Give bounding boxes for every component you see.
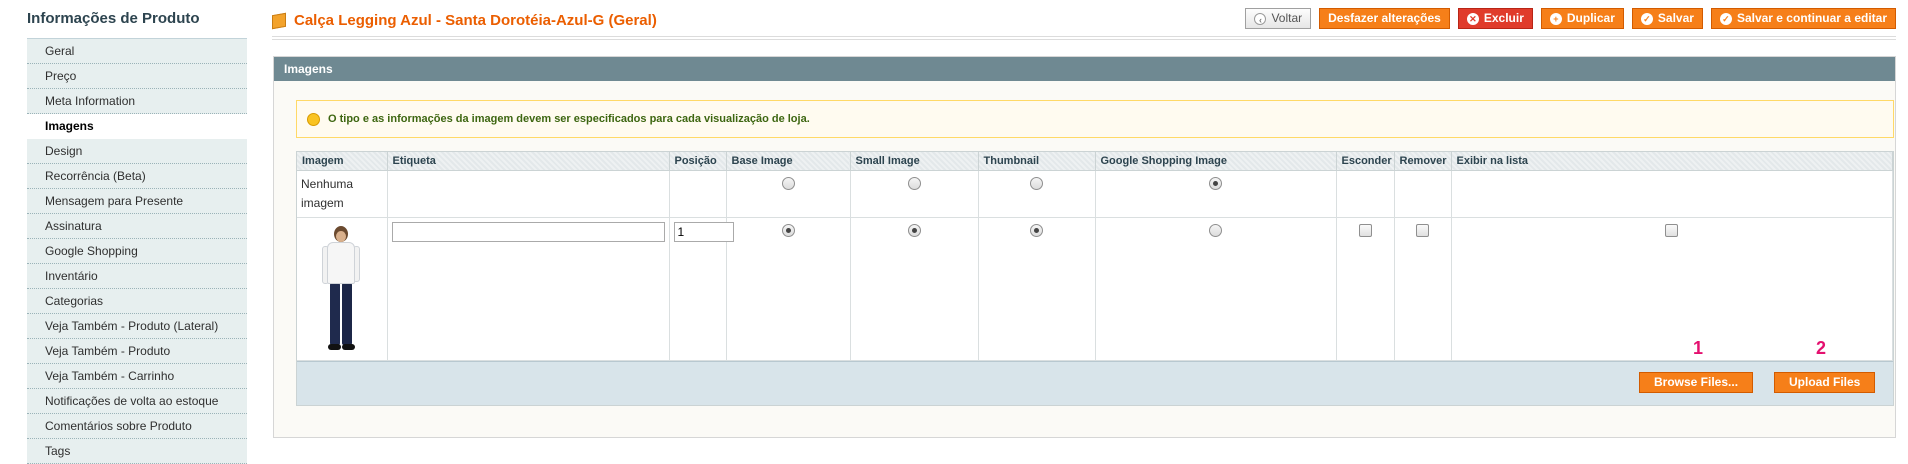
sidebar-item-categorias[interactable]: Categorias	[27, 289, 247, 314]
col-header-position: Posição	[669, 152, 727, 171]
col-header-image: Imagem	[297, 152, 388, 171]
check-icon: ✓	[1719, 12, 1732, 25]
no-image-base-radio[interactable]	[781, 176, 795, 190]
annotation-marker-1: 1	[1693, 337, 1704, 358]
sidebar-item-assinatura[interactable]: Assinatura	[27, 214, 247, 239]
annotation-marker-2: 2	[1816, 337, 1827, 358]
duplicate-button[interactable]: + Duplicar	[1540, 8, 1624, 29]
product-info-sidebar: Informações de Produto Geral Preço Meta …	[0, 0, 248, 464]
reset-button-label: Desfazer alterações	[1328, 11, 1441, 25]
no-image-label: Nenhuma imagem	[297, 170, 388, 218]
sidebar-item-inventario[interactable]: Inventário	[27, 264, 247, 289]
col-header-google-image: Google Shopping Image	[1095, 152, 1337, 171]
duplicate-button-label: Duplicar	[1566, 11, 1615, 25]
col-header-small-image: Small Image	[850, 152, 979, 171]
images-grid: Imagem Etiqueta Posição Base Image Small…	[296, 151, 1894, 406]
col-header-list: Exibir na lista	[1451, 152, 1893, 171]
save-continue-button[interactable]: ✓ Salvar e continuar a editar	[1710, 8, 1896, 29]
sidebar-item-veja-tambem-carrinho[interactable]: Veja Também - Carrinho	[27, 364, 247, 389]
sidebar-item-design[interactable]: Design	[27, 139, 247, 164]
image-label-input[interactable]	[391, 221, 665, 242]
page-title: Calça Legging Azul - Santa Dorotéia-Azul…	[294, 12, 657, 29]
upload-files-button[interactable]: Upload Files	[1774, 371, 1876, 393]
sidebar-item-google-shopping[interactable]: Google Shopping	[27, 239, 247, 264]
product-box-icon	[272, 12, 286, 30]
sidebar-item-geral[interactable]: Geral	[27, 39, 247, 64]
col-header-base-image: Base Image	[726, 152, 851, 171]
sidebar-item-meta-information[interactable]: Meta Information	[27, 89, 247, 114]
header-actions: ‹ Voltar Desfazer alterações ✕ Excluir +…	[1245, 8, 1896, 29]
add-icon: +	[1549, 12, 1562, 25]
images-section-title: Imagens	[274, 57, 1895, 81]
col-header-remove: Remover	[1394, 152, 1452, 171]
col-header-hide: Esconder	[1336, 152, 1395, 171]
images-fieldset: Imagens O tipo e as informações da image…	[273, 56, 1896, 438]
sidebar-item-preco[interactable]: Preço	[27, 64, 247, 89]
back-button-label: Voltar	[1271, 11, 1303, 25]
grid-header-row: Imagem Etiqueta Posição Base Image Small…	[297, 152, 1893, 171]
thumbnail-radio[interactable]	[1030, 223, 1043, 237]
no-image-thumbnail-radio[interactable]	[1030, 176, 1043, 190]
no-image-google-radio[interactable]	[1209, 176, 1222, 190]
no-image-small-radio[interactable]	[907, 176, 921, 190]
remove-checkbox[interactable]	[1416, 223, 1429, 237]
sidebar-item-comentarios[interactable]: Comentários sobre Produto	[27, 414, 247, 439]
hide-checkbox[interactable]	[1358, 223, 1372, 237]
save-continue-button-label: Salvar e continuar a editar	[1736, 11, 1887, 25]
save-button-label: Salvar	[1657, 11, 1694, 25]
lightbulb-icon	[307, 112, 320, 126]
uploader-bar: 1 2 Browse Files... Upload Files	[297, 338, 1893, 405]
google-image-radio[interactable]	[1209, 223, 1222, 237]
check-icon: ✓	[1640, 12, 1653, 25]
sidebar-item-imagens[interactable]: Imagens	[27, 114, 247, 139]
table-row-no-image: Nenhuma imagem	[297, 170, 1893, 218]
delete-button[interactable]: ✕ Excluir	[1457, 8, 1533, 29]
small-image-radio[interactable]	[907, 223, 921, 237]
image-position-input[interactable]	[673, 221, 734, 242]
page-header: Calça Legging Azul - Santa Dorotéia-Azul…	[272, 0, 1896, 40]
back-arrow-icon: ‹	[1254, 12, 1267, 25]
product-thumbnail-image	[312, 225, 372, 356]
delete-button-label: Excluir	[1483, 11, 1524, 25]
sidebar-title: Informações de Produto	[27, 10, 200, 27]
notice-text: O tipo e as informações da imagem devem …	[328, 113, 810, 125]
table-row-image	[297, 217, 1893, 361]
col-header-label: Etiqueta	[387, 152, 670, 171]
sidebar-item-recorrencia[interactable]: Recorrência (Beta)	[27, 164, 247, 189]
sidebar-item-mensagem-presente[interactable]: Mensagem para Presente	[27, 189, 247, 214]
sidebar-item-veja-tambem-produto[interactable]: Veja Também - Produto	[27, 339, 247, 364]
store-view-notice: O tipo e as informações da imagem devem …	[296, 100, 1894, 138]
sidebar-item-veja-tambem-lateral[interactable]: Veja Também - Produto (Lateral)	[27, 314, 247, 339]
sidebar-tabs: Geral Preço Meta Information Imagens Des…	[27, 38, 247, 464]
sidebar-item-tags[interactable]: Tags	[27, 439, 247, 464]
base-image-radio[interactable]	[781, 223, 795, 237]
browse-files-button[interactable]: Browse Files...	[1639, 371, 1754, 393]
sidebar-item-notificacoes-estoque[interactable]: Notificações de volta ao estoque	[27, 389, 247, 414]
reset-button[interactable]: Desfazer alterações	[1319, 8, 1450, 29]
back-button[interactable]: ‹ Voltar	[1245, 8, 1312, 29]
save-button[interactable]: ✓ Salvar	[1631, 8, 1703, 29]
show-in-list-checkbox[interactable]	[1665, 223, 1679, 237]
col-header-thumbnail: Thumbnail	[978, 152, 1096, 171]
delete-icon: ✕	[1466, 12, 1479, 25]
